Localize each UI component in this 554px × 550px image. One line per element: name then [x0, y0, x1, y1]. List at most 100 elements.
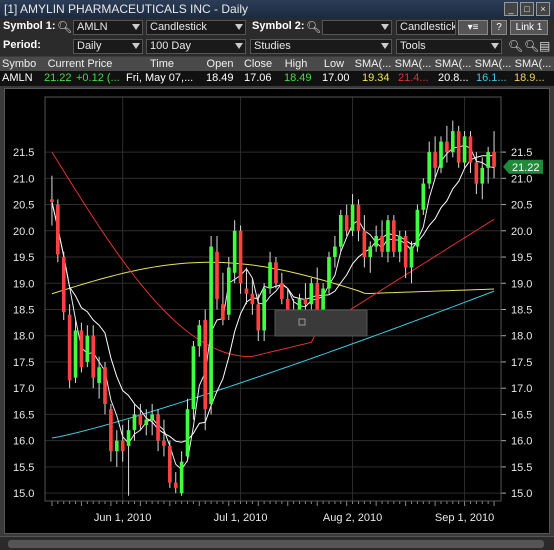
candle-body [456, 131, 461, 163]
quote-sma2: 21.4... [398, 72, 429, 84]
print-icon[interactable]: ▤ [539, 39, 553, 53]
candle-body [433, 152, 437, 168]
x-tick-label: Sep 1, 2010 [435, 512, 494, 524]
y-tick-label-right: 20.0 [511, 226, 532, 238]
col-header[interactable]: High [278, 58, 314, 70]
quote-symbol: AMLN [2, 72, 33, 84]
col-header[interactable]: Symbol [2, 58, 36, 70]
candle-body [215, 251, 219, 299]
y-tick-label-left: 16.0 [13, 436, 34, 448]
candle-body [256, 304, 261, 331]
candle-body [156, 414, 160, 441]
col-header[interactable]: SMA(... [514, 58, 552, 70]
y-tick-label-left: 17.0 [13, 383, 34, 395]
quote-header-row: Symbol Current Price Time Open Close Hig… [0, 57, 554, 71]
y-tick-label-right: 17.5 [511, 357, 532, 369]
candle-body [350, 204, 355, 231]
candle-body [309, 283, 314, 305]
y-tick-label-left: 15.0 [13, 488, 34, 500]
col-header[interactable]: SMA(... [354, 58, 392, 70]
tools-select[interactable]: Tools [396, 39, 502, 54]
search-icon[interactable]: 🔍︎ [57, 20, 72, 34]
y-tick-label-right: 16.5 [511, 409, 532, 421]
quote-price: 21.22 [44, 72, 72, 84]
quote-high: 18.49 [284, 72, 312, 84]
candle-body [374, 236, 378, 247]
chevron-down-icon [132, 43, 140, 49]
sma-fast-line [51, 145, 495, 471]
link-button[interactable]: Link 1 [510, 20, 548, 35]
col-header[interactable]: SMA(... [434, 58, 472, 70]
candle-body [238, 230, 243, 284]
help-button[interactable]: ? [491, 20, 507, 35]
minimize-button[interactable]: _ [504, 2, 518, 16]
quote-low: 17.00 [322, 72, 350, 84]
col-header[interactable]: Low [316, 58, 352, 70]
candle-body [97, 367, 101, 383]
candle-body [427, 152, 432, 184]
candle-body [250, 293, 255, 305]
chart-type1-select[interactable]: Candlestick [146, 20, 246, 35]
period-toolbar: Period: Daily 100 Day Studies Tools 🔍︎ 🔍… [0, 37, 554, 56]
candle-body [232, 230, 237, 273]
col-header[interactable]: SMA(... [394, 58, 432, 70]
candle-body [492, 152, 496, 167]
candle-body [386, 220, 390, 252]
candle-body [321, 288, 325, 310]
symbol1-input[interactable]: AMLN [73, 20, 143, 35]
search-icon[interactable]: 🔍︎ [306, 20, 321, 34]
close-button[interactable]: × [536, 2, 550, 16]
y-tick-label-right: 19.5 [511, 252, 532, 264]
candle-body [56, 204, 60, 255]
zoom-out-icon[interactable]: 🔍︎ [524, 39, 539, 53]
candlestick-chart[interactable]: 15.0 15.0 15.5 15.5 16.0 16.0 16.5 16.5 17.0 17.0… [5, 89, 551, 535]
horizontal-scrollbar[interactable] [0, 536, 554, 550]
candle-body [197, 325, 202, 347]
candle-body [421, 183, 426, 210]
x-tick-label: Jun 1, 2010 [94, 512, 152, 524]
candle-body [344, 215, 349, 231]
candle-body [168, 445, 172, 483]
candle-body [144, 419, 149, 425]
chevron-down-icon [381, 43, 389, 49]
tools-value: Tools [400, 40, 426, 52]
price-chart-panel[interactable]: 15.0 15.0 15.5 15.5 16.0 16.0 16.5 16.5 17.0 17.0… [4, 88, 550, 534]
candle-body [356, 204, 361, 231]
col-header[interactable]: Open [202, 58, 238, 70]
chart-type2-select[interactable]: Candlestick [396, 20, 456, 35]
candle-body [79, 330, 84, 368]
y-tick-label-left: 17.5 [13, 357, 34, 369]
candle-body [338, 215, 343, 247]
range-select[interactable]: 100 Day [146, 39, 246, 54]
sma-white-line [51, 155, 495, 443]
col-header[interactable]: Close [240, 58, 276, 70]
candle-body [315, 283, 320, 310]
candle-body [468, 136, 473, 163]
x-tick-label: Jul 1, 2010 [214, 512, 268, 524]
sma-cyan-line [51, 290, 495, 439]
col-header[interactable]: Current Price [38, 58, 122, 70]
list-menu-button[interactable]: ▾≡ [458, 20, 488, 35]
studies-select[interactable]: Studies [250, 39, 392, 54]
y-tick-label-right: 18.5 [511, 304, 532, 316]
y-tick-label-left: 16.5 [13, 409, 34, 421]
candle-body [173, 482, 178, 488]
candle-body [362, 230, 367, 258]
col-header[interactable]: SMA(... [474, 58, 512, 70]
y-tick-label-right: 18.0 [511, 331, 532, 343]
quote-row[interactable]: AMLN 21.22 +0.12 (... Fri, May 07,... 18… [0, 71, 554, 86]
quote-sma1: 19.34 [362, 72, 390, 84]
candle-body [368, 246, 373, 258]
y-tick-label-right: 20.5 [511, 200, 532, 212]
maximize-button[interactable]: □ [520, 2, 534, 16]
scrollbar-thumb[interactable] [8, 540, 544, 548]
col-header[interactable]: Time [124, 58, 200, 70]
symbol2-input[interactable] [322, 20, 392, 35]
candle-body [403, 236, 408, 268]
zoom-in-icon[interactable]: 🔍︎ [508, 39, 523, 53]
quote-open: 18.49 [206, 72, 234, 84]
candle-body [114, 440, 119, 452]
candle-body [203, 319, 208, 410]
candle-body [333, 246, 337, 258]
period-select[interactable]: Daily [73, 39, 143, 54]
